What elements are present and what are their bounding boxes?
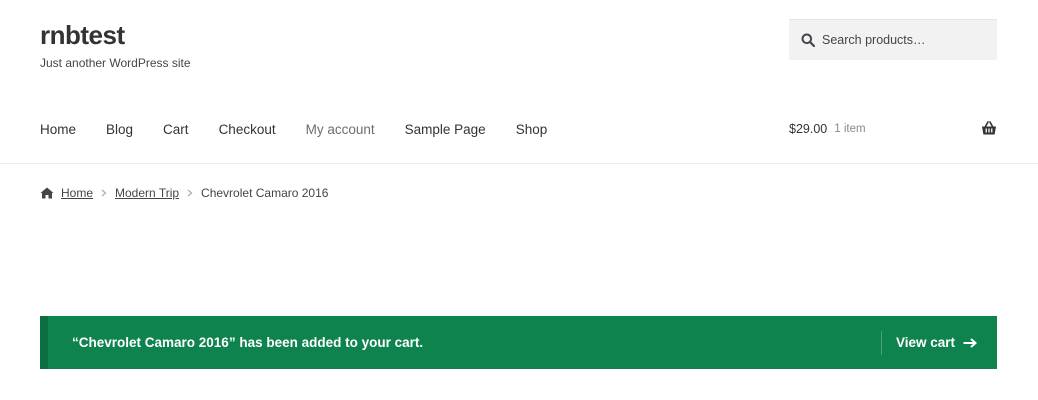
breadcrumb: Home Modern Trip Chevrolet Camaro 2016	[40, 186, 328, 200]
primary-nav: Home Blog Cart Checkout My account Sampl…	[40, 120, 577, 138]
view-cart-button[interactable]: View cart	[896, 316, 978, 369]
mini-cart[interactable]: $29.00 1 item	[789, 120, 997, 138]
breadcrumb-current: Chevrolet Camaro 2016	[201, 186, 329, 200]
search-input[interactable]	[822, 33, 992, 47]
search-icon	[801, 33, 815, 47]
chevron-right-icon	[187, 189, 193, 197]
header-divider	[0, 163, 1038, 164]
nav-item-home[interactable]: Home	[40, 122, 76, 137]
view-cart-label: View cart	[896, 335, 956, 350]
nav-item-my-account[interactable]: My account	[306, 122, 375, 137]
notice-divider	[881, 331, 882, 355]
nav-item-cart[interactable]: Cart	[163, 122, 189, 137]
site-description: Just another WordPress site	[40, 56, 191, 70]
nav-item-blog[interactable]: Blog	[106, 122, 133, 137]
added-to-cart-notice: “Chevrolet Camaro 2016” has been added t…	[40, 316, 997, 369]
breadcrumb-home-link[interactable]: Home	[61, 186, 93, 200]
arrow-right-icon	[963, 337, 978, 348]
basket-icon	[982, 121, 996, 135]
page: rnbtest Just another WordPress site Home…	[0, 0, 1038, 400]
notice-message: “Chevrolet Camaro 2016” has been added t…	[72, 335, 424, 350]
nav-item-checkout[interactable]: Checkout	[219, 122, 276, 137]
nav-item-sample-page[interactable]: Sample Page	[405, 122, 486, 137]
search-form	[789, 19, 997, 60]
cart-amount: $29.00	[789, 122, 828, 136]
chevron-right-icon	[101, 189, 107, 197]
cart-count: 1 item	[834, 123, 866, 135]
nav-item-shop[interactable]: Shop	[516, 122, 548, 137]
breadcrumb-category-link[interactable]: Modern Trip	[115, 186, 179, 200]
site-title[interactable]: rnbtest	[40, 20, 125, 51]
home-icon	[40, 187, 54, 199]
